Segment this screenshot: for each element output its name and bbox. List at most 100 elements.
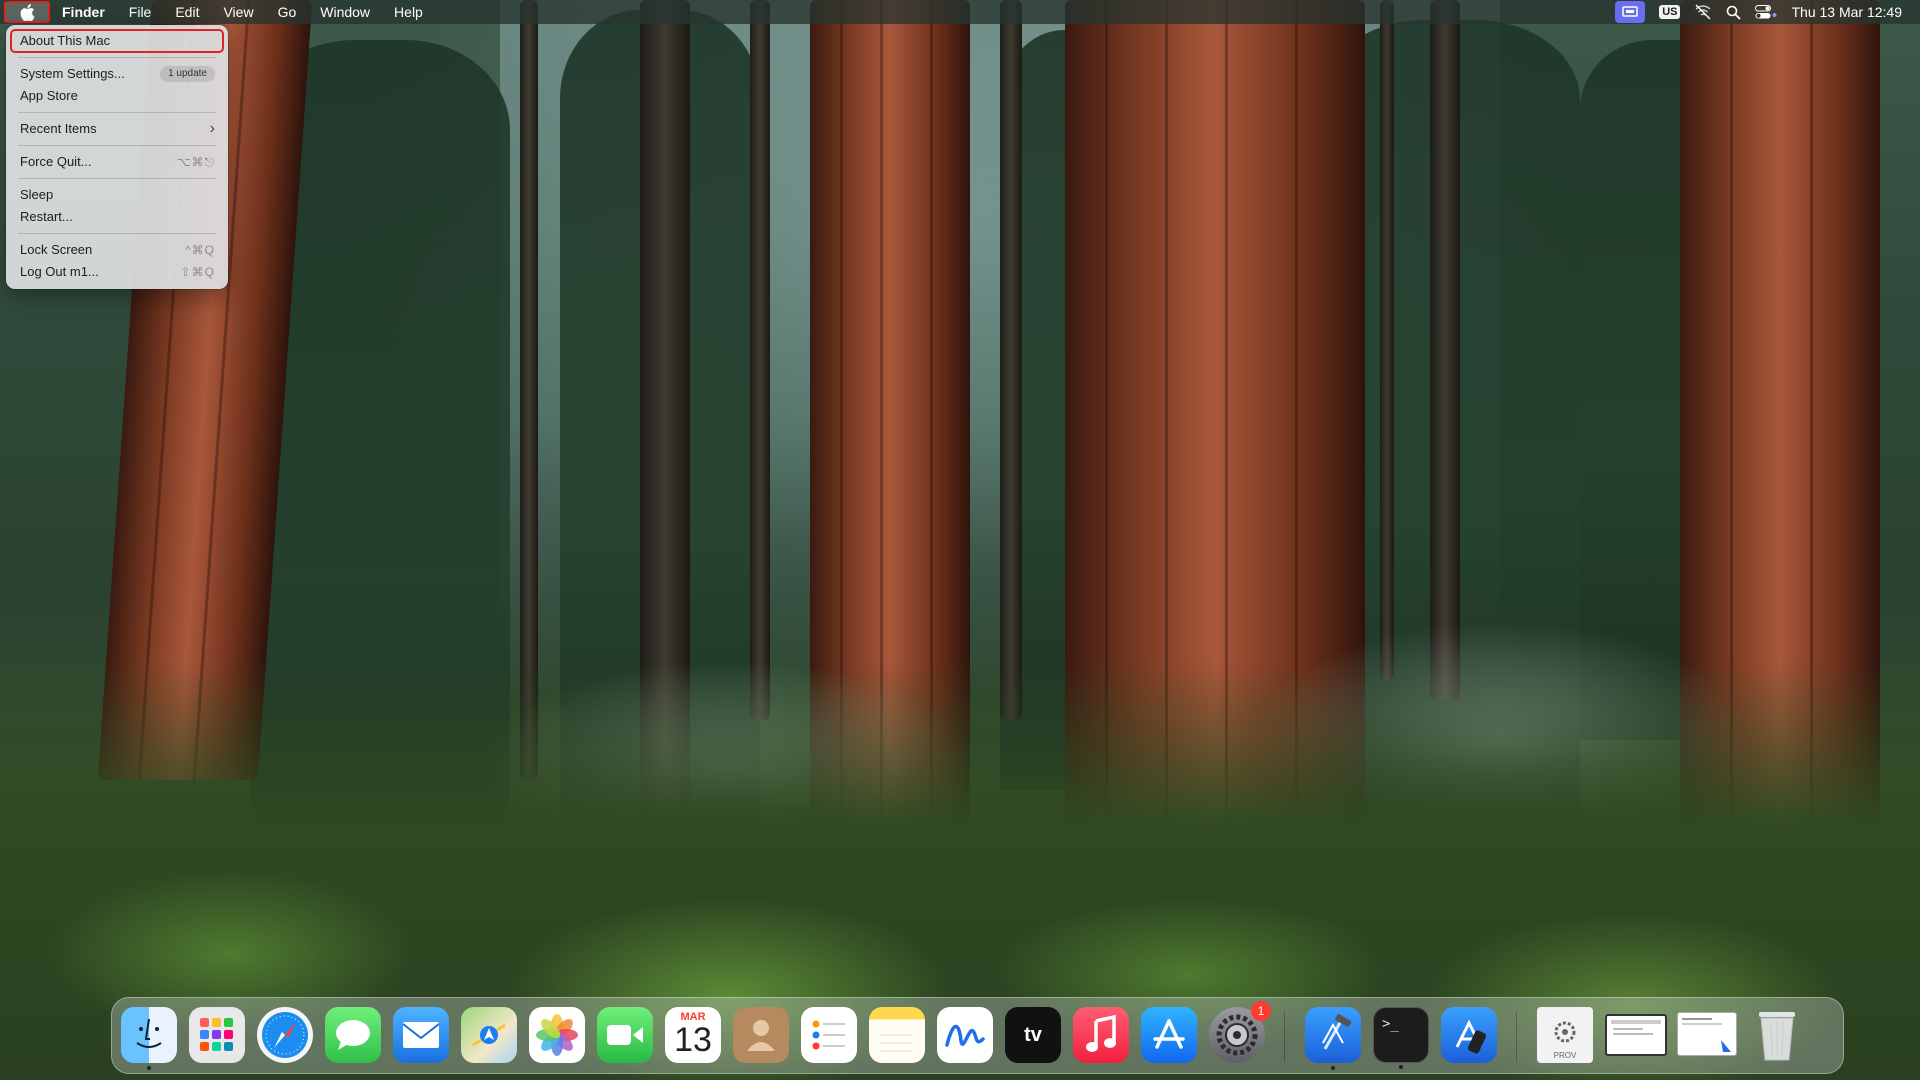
simulator-icon [1455,1019,1487,1054]
menu-separator [18,57,216,58]
control-center-icon[interactable] [1755,5,1777,19]
apple-menu-dropdown: About This Mac System Settings... 1 upda… [6,25,228,289]
menu-separator [18,112,216,113]
reminders-icon [812,1020,845,1050]
menu-go[interactable]: Go [266,0,309,24]
xcode-icon [1322,1014,1352,1050]
menu-item-lock-screen[interactable]: Lock Screen ^⌘Q [11,239,223,261]
menu-finder[interactable]: Finder [50,0,117,24]
screen-share-icon[interactable] [1615,1,1646,23]
calendar-day: 13 [674,1021,712,1059]
trash-icon [1759,1012,1795,1061]
menu-separator [18,145,216,146]
dock-xcode[interactable] [1305,1007,1361,1070]
dock-trash[interactable] [1749,1007,1805,1063]
spotlight-search-icon[interactable] [1726,5,1742,20]
running-indicator [1399,1065,1403,1069]
menu-separator [18,233,216,234]
photos-icon [536,1014,578,1056]
menu-item-label: Restart... [20,209,73,224]
keyboard-layout-icon[interactable]: US [1659,5,1681,19]
menu-view[interactable]: View [211,0,265,24]
menu-item-force-quit[interactable]: Force Quit... ⌥⌘⎋ [11,151,223,173]
menubar-clock[interactable]: Thu 13 Mar 12:49 [1791,4,1902,20]
desktop-wallpaper [0,0,1920,1080]
system-settings-icon [1216,1014,1258,1056]
menu-item-label: System Settings... [20,66,125,81]
notes-icon [881,1034,913,1052]
maps-icon [472,1023,506,1047]
provisioning-profile-icon [1554,1021,1576,1043]
menu-window[interactable]: Window [308,0,382,24]
dock-window-preview-1[interactable] [1605,1014,1667,1056]
apple-menu-button[interactable] [4,1,50,23]
provisioning-profile-label: PROV [1553,1051,1577,1060]
mail-icon [402,1022,440,1048]
input-source-label: US [1659,5,1681,19]
menu-item-label: Lock Screen [20,242,93,257]
menu-help[interactable]: Help [382,0,435,24]
menu-item-system-settings[interactable]: System Settings... 1 update [11,63,223,85]
update-badge: 1 update [160,66,215,82]
dock: MAR 13 tv 1 >_ PROV [111,997,1844,1074]
dock-freeform[interactable] [937,1007,993,1063]
dock-mail[interactable] [393,1007,449,1063]
menu-item-label: Log Out m1... [20,264,99,279]
contacts-icon [747,1020,775,1051]
menu-item-restart[interactable]: Restart... [11,206,223,228]
menu-separator [18,178,216,179]
dock-app-store[interactable] [1141,1007,1197,1063]
dock-window-preview-2[interactable] [1677,1012,1737,1056]
dock-safari[interactable] [257,1007,313,1063]
dock-messages[interactable] [325,1007,381,1063]
menu-item-recent-items[interactable]: Recent Items › [11,118,223,140]
menu-edit[interactable]: Edit [163,0,211,24]
freeform-icon [945,1024,985,1047]
dock-separator [1284,1012,1285,1062]
safari-icon [262,1012,308,1058]
dock-apple-tv[interactable]: tv [1005,1007,1061,1063]
app-store-icon [1153,1019,1185,1049]
dock-separator [1516,1012,1517,1062]
dock-music[interactable] [1073,1007,1129,1063]
dock-notes[interactable] [869,1007,925,1063]
finder-icon [136,1018,162,1048]
menu-file[interactable]: File [117,0,164,24]
menu-item-shortcut: ⇧⌘Q [180,265,215,279]
menu-item-about-this-mac[interactable]: About This Mac [10,29,224,53]
dock-photos[interactable] [529,1007,585,1063]
menu-item-log-out[interactable]: Log Out m1... ⇧⌘Q [11,261,223,283]
notification-badge: 1 [1251,1001,1271,1021]
facetime-icon [607,1025,643,1045]
chevron-right-icon: › [209,120,215,137]
dock-maps[interactable] [461,1007,517,1063]
dock-system-settings[interactable]: 1 [1209,1001,1271,1063]
apple-tv-icon: tv [1024,1023,1042,1046]
dock-contacts[interactable] [733,1007,789,1063]
terminal-icon: >_ [1382,1016,1399,1032]
dock-facetime[interactable] [597,1007,653,1063]
dock-finder[interactable] [121,1007,177,1070]
menu-item-app-store[interactable]: App Store [11,85,223,107]
window-preview-icon [1611,1020,1661,1035]
dock-launchpad[interactable] [189,1007,245,1063]
menu-item-sleep[interactable]: Sleep [11,184,223,206]
dock-provisioning-profile[interactable]: PROV [1537,1007,1593,1063]
dock-calendar[interactable]: MAR 13 [665,1007,721,1063]
menu-item-label: About This Mac [20,33,111,48]
dock-simulator[interactable] [1441,1007,1497,1063]
menu-item-label: Sleep [20,187,54,202]
dock-terminal[interactable]: >_ [1373,1007,1429,1069]
music-icon [1086,1015,1116,1052]
menu-bar: Finder File Edit View Go Window Help US … [0,0,1920,24]
document-preview-icon [1682,1018,1731,1052]
running-indicator [147,1066,151,1070]
wifi-off-icon[interactable] [1694,4,1712,20]
messages-icon [336,1020,370,1050]
menu-item-label: App Store [20,88,78,103]
menu-item-shortcut: ^⌘Q [185,243,215,257]
menu-item-label: Recent Items [20,121,97,136]
apple-icon [20,3,35,21]
dock-reminders[interactable] [801,1007,857,1063]
running-indicator [1331,1066,1335,1070]
